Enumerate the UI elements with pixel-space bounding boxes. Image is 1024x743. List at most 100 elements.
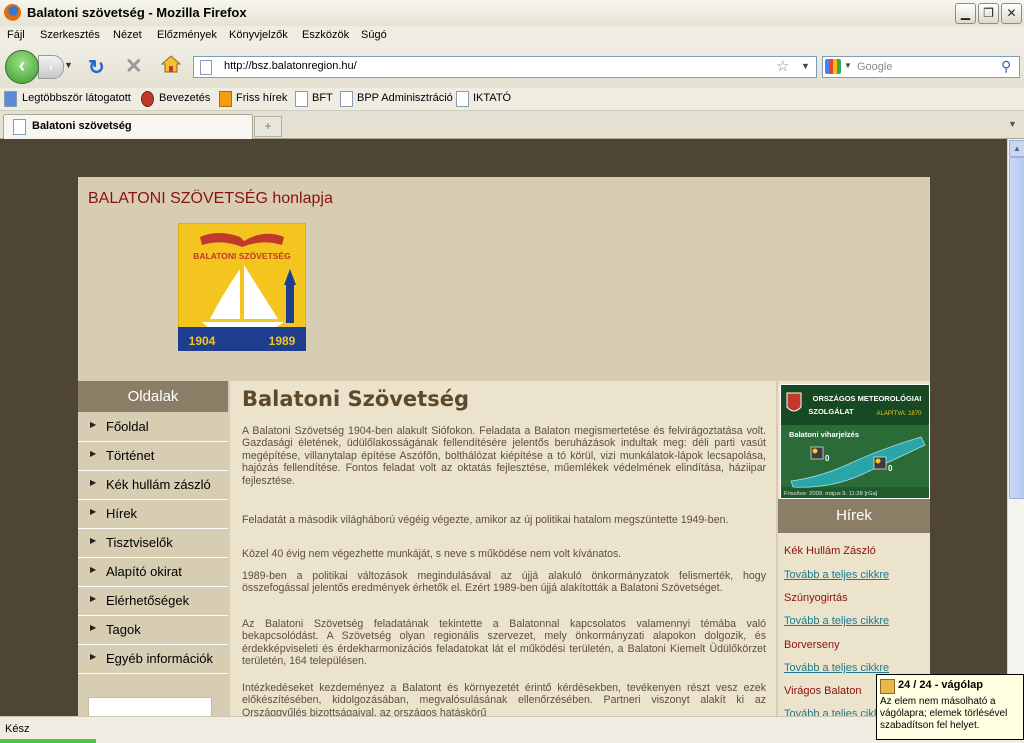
url-dropdown-icon[interactable]: ▼ [801, 61, 810, 71]
arrow-right-icon: ▶ [90, 536, 97, 545]
news-read-more-link[interactable]: Tovább a teljes cikkre [784, 615, 889, 627]
sidebar-item-kek-hullam[interactable]: ▶ Kék hullám zászló [78, 471, 228, 500]
arrow-right-icon: ▶ [90, 623, 97, 632]
sidebar-box [88, 697, 212, 716]
clipboard-message: Az elem nem másolható a vágólapra; eleme… [880, 696, 1008, 731]
menu-bookmarks[interactable]: Könyvjelzők [229, 29, 288, 41]
sidebar-item-label: Kék hullám zászló [106, 477, 211, 492]
paragraph: Az Balatoni Szövetség feladatának tekint… [242, 618, 766, 668]
page-icon [13, 119, 26, 135]
close-button[interactable]: ✕ [1001, 3, 1022, 24]
news-title: Virágos Balaton [784, 685, 862, 697]
menu-history[interactable]: Előzmények [157, 29, 217, 41]
menu-tools[interactable]: Eszközök [302, 29, 349, 41]
page-icon [456, 91, 469, 107]
sidebar-item-label: Hírek [106, 506, 138, 521]
back-button[interactable]: ‹ [5, 50, 39, 84]
sidebar-item-elerhetosegek[interactable]: ▶ Elérhetőségek [78, 587, 228, 616]
bookmark-iktato[interactable]: IKTATÓ [473, 92, 511, 104]
google-icon[interactable] [825, 59, 841, 74]
scroll-up-icon[interactable]: ▲ [1009, 140, 1024, 157]
url-bar[interactable]: http://bsz.balatonregion.hu/ ☆ ▼ [193, 56, 817, 78]
search-box[interactable]: ▼ Google ⚲ [822, 56, 1020, 78]
clipboard-tooltip: 24 / 24 - vágólap Az elem nem másolható … [876, 674, 1024, 740]
news-title: Szúnyogirtás [784, 592, 848, 604]
arrow-right-icon: ▶ [90, 565, 97, 574]
weather-warning-widget[interactable]: ORSZÁGOS METEOROLÓGIAI SZOLGÁLAT ALAPÍTV… [780, 384, 930, 499]
bookmark-star-icon[interactable]: ☆ [776, 57, 789, 75]
news-header: Hírek [778, 499, 930, 533]
main-content: Balatoni Szövetség A Balatoni Szövetség … [230, 381, 776, 716]
scrollbar-thumb[interactable] [1009, 157, 1024, 499]
bookmark-most-visited[interactable]: Legtöbbször látogatott [22, 92, 131, 104]
sidebar-item-hirek[interactable]: ▶ Hírek [78, 500, 228, 529]
menu-edit[interactable]: Szerkesztés [40, 29, 100, 41]
news-read-more-link[interactable]: Tovább a teljes cikkre [784, 662, 889, 674]
left-sidebar: Oldalak ▶ Főoldal ▶ Történet ▶ Kék hullám z… [78, 381, 228, 716]
news-title: Kék Hullám Zászló [784, 545, 876, 557]
minimize-button[interactable]: ▁ [955, 3, 976, 24]
most-visited-icon [4, 91, 17, 107]
menu-help[interactable]: Súgó [361, 29, 387, 41]
warning-marker-icon [873, 456, 887, 470]
sidebar-item-label: Elérhetőségek [106, 593, 190, 608]
hungary-coat-of-arms-icon [786, 392, 802, 412]
paragraph: Feladatát a második világháború végéig v… [242, 514, 729, 526]
tab-balatoni-szovetseg[interactable]: Balatoni szövetség [3, 114, 253, 139]
search-placeholder: Google [857, 61, 893, 73]
sidebar-item-alapito-okirat[interactable]: ▶ Alapító okirat [78, 558, 228, 587]
bookmark-friss-hirek[interactable]: Friss hírek [236, 92, 287, 104]
sidebar-item-label: Főoldal [106, 419, 149, 434]
search-engine-dropdown-icon[interactable]: ▼ [844, 61, 852, 70]
history-dropdown-icon[interactable]: ▼ [64, 60, 73, 70]
page-viewport: BALATONI SZÖVETSÉG honlapja BALATONI SZÖ… [0, 139, 1007, 716]
sidebar-item-label: Egyéb információk [106, 651, 213, 666]
weather-since: ALAPÍTVA: 1870 [877, 410, 923, 417]
status-text: Kész [5, 723, 30, 735]
forward-button[interactable]: › [38, 55, 64, 79]
sidebar-item-egyeb[interactable]: ▶ Egyéb információk [78, 645, 228, 674]
sidebar-item-tisztviselok[interactable]: ▶ Tisztviselők [78, 529, 228, 558]
news-read-more-link[interactable]: Tovább a teljes cikkre [784, 708, 889, 716]
stop-icon[interactable]: ✕ [125, 54, 143, 79]
menu-view[interactable]: Nézet [113, 29, 142, 41]
balatoni-szovetseg-logo: BALATONI SZÖVETSÉG 1904 1989 [178, 223, 306, 351]
reload-icon[interactable]: ↻ [88, 55, 105, 80]
vertical-scrollbar[interactable]: ▲ [1007, 139, 1024, 716]
new-tab-button[interactable]: + [254, 116, 282, 137]
sidebar-item-label: Tagok [106, 622, 141, 637]
status-progress [0, 739, 96, 743]
warning-marker-icon [810, 446, 824, 460]
warning-marker-value: 0 [825, 454, 830, 463]
tab-list-icon[interactable]: ▼ [1008, 119, 1017, 129]
tab-bar: Balatoni szövetség + ▼ [0, 111, 1024, 139]
navigation-toolbar: › ‹ ▼ ↻ ✕ http://bsz.balatonregion.hu/ ☆… [0, 46, 1024, 88]
search-icon[interactable]: ⚲ [1001, 58, 1011, 75]
page-icon [295, 91, 308, 107]
bookmark-bpp-admin[interactable]: BPP Adminisztráció [357, 92, 453, 104]
bookmark-bevezetes[interactable]: Bevezetés [159, 92, 210, 104]
menu-file[interactable]: Fájl [7, 29, 25, 41]
sidebar-item-tortenet[interactable]: ▶ Történet [78, 442, 228, 471]
tab-label: Balatoni szövetség [32, 120, 132, 132]
page-icon [200, 60, 212, 75]
window-title: Balatoni szövetség - Mozilla Firefox [27, 5, 247, 20]
logo-year-left: 1904 [189, 334, 216, 348]
home-icon[interactable] [161, 54, 181, 74]
weather-org-line2: SZOLGÁLAT [808, 407, 854, 416]
arrow-right-icon: ▶ [90, 478, 97, 487]
weather-updated: Frissítve: 2009. május 9. 11:28 [rGa] [784, 491, 878, 497]
sidebar-item-tagok[interactable]: ▶ Tagok [78, 616, 228, 645]
status-bar: Kész [0, 716, 1024, 743]
sidebar-item-label: Tisztviselők [106, 535, 173, 550]
page-icon [340, 91, 353, 107]
maximize-button[interactable]: ❐ [978, 3, 999, 24]
arrow-right-icon: ▶ [90, 652, 97, 661]
sidebar-item-fooldal[interactable]: ▶ Főoldal [78, 413, 228, 442]
news-read-more-link[interactable]: Tovább a teljes cikkre [784, 569, 889, 581]
page-heading: Balatoni Szövetség [242, 387, 469, 411]
sidebar-item-label: Alapító okirat [106, 564, 182, 579]
arrow-right-icon: ▶ [90, 420, 97, 429]
bookmark-bft[interactable]: BFT [312, 92, 333, 104]
logo-text: BALATONI SZÖVETSÉG [193, 251, 291, 261]
